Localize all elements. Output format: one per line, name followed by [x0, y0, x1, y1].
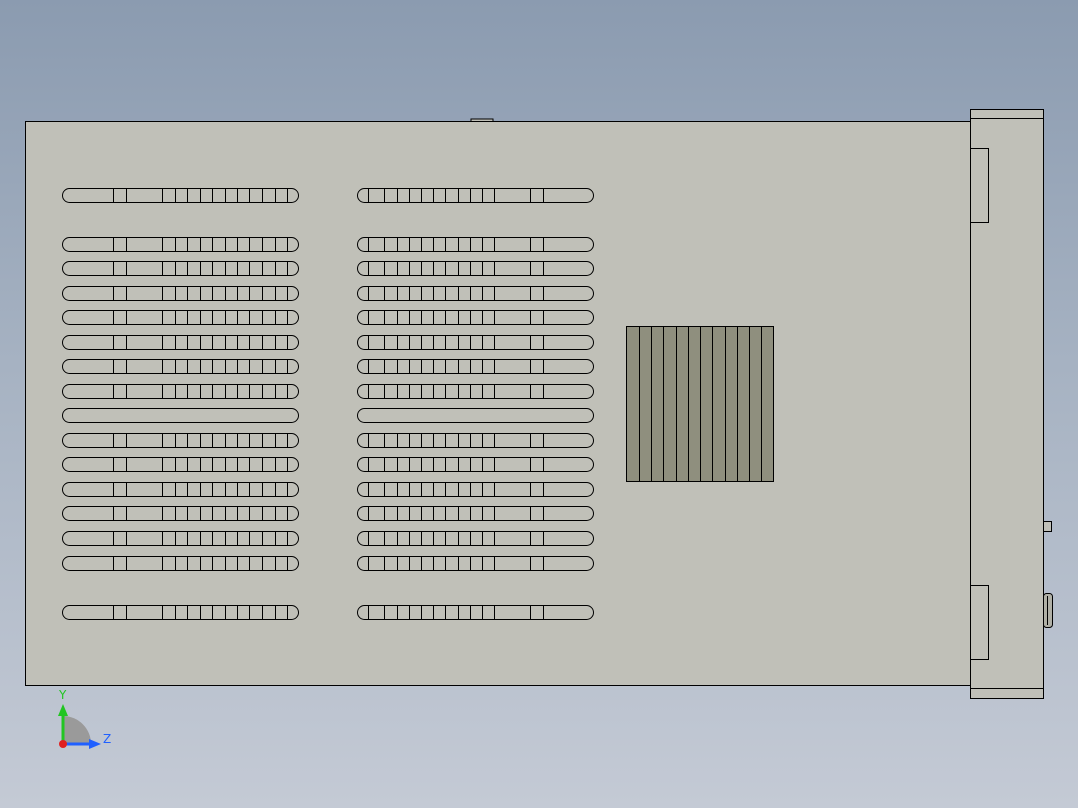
vent-slot	[62, 237, 299, 252]
vent-slot	[62, 457, 299, 472]
vent-slot	[62, 384, 299, 399]
vent-slot	[357, 188, 594, 203]
vent-slot	[357, 605, 594, 620]
vent-slot	[62, 310, 299, 325]
vent-slot	[357, 335, 594, 350]
vent-slot	[357, 359, 594, 374]
vent-slot	[62, 408, 299, 423]
vent-slot	[357, 457, 594, 472]
x-axis-point	[59, 740, 67, 748]
axis-triad	[58, 704, 101, 749]
vent-slot	[357, 384, 594, 399]
vent-slot	[357, 482, 594, 497]
z-axis-label: Z	[103, 732, 112, 746]
cad-viewport[interactable]: Y Z	[0, 0, 1078, 808]
vent-slot	[62, 605, 299, 620]
vent-slot	[62, 433, 299, 448]
vent-slot	[357, 286, 594, 301]
vent-slot	[357, 237, 594, 252]
side-pin	[1043, 521, 1052, 532]
y-axis-label: Y	[59, 688, 67, 702]
vent-slot	[357, 433, 594, 448]
vent-slot	[62, 531, 299, 546]
upper-clip	[970, 148, 989, 223]
vent-slot	[62, 335, 299, 350]
vent-slot	[357, 408, 594, 423]
vent-slot	[62, 286, 299, 301]
vent-slot	[62, 482, 299, 497]
enclosure-body[interactable]	[25, 121, 972, 686]
vent-slot	[62, 188, 299, 203]
vent-slot	[62, 261, 299, 276]
vent-slot	[357, 556, 594, 571]
heatsink-vent	[626, 326, 774, 482]
vent-slot	[62, 506, 299, 521]
vent-slot	[62, 556, 299, 571]
front-panel[interactable]	[970, 109, 1053, 699]
vent-slot	[357, 261, 594, 276]
vent-slot	[357, 310, 594, 325]
lower-clip	[970, 585, 989, 660]
vent-slot	[357, 531, 594, 546]
triad-quadrant	[63, 716, 91, 744]
vent-slot	[62, 359, 299, 374]
vent-slot	[357, 506, 594, 521]
part-drawing[interactable]	[0, 0, 1078, 808]
